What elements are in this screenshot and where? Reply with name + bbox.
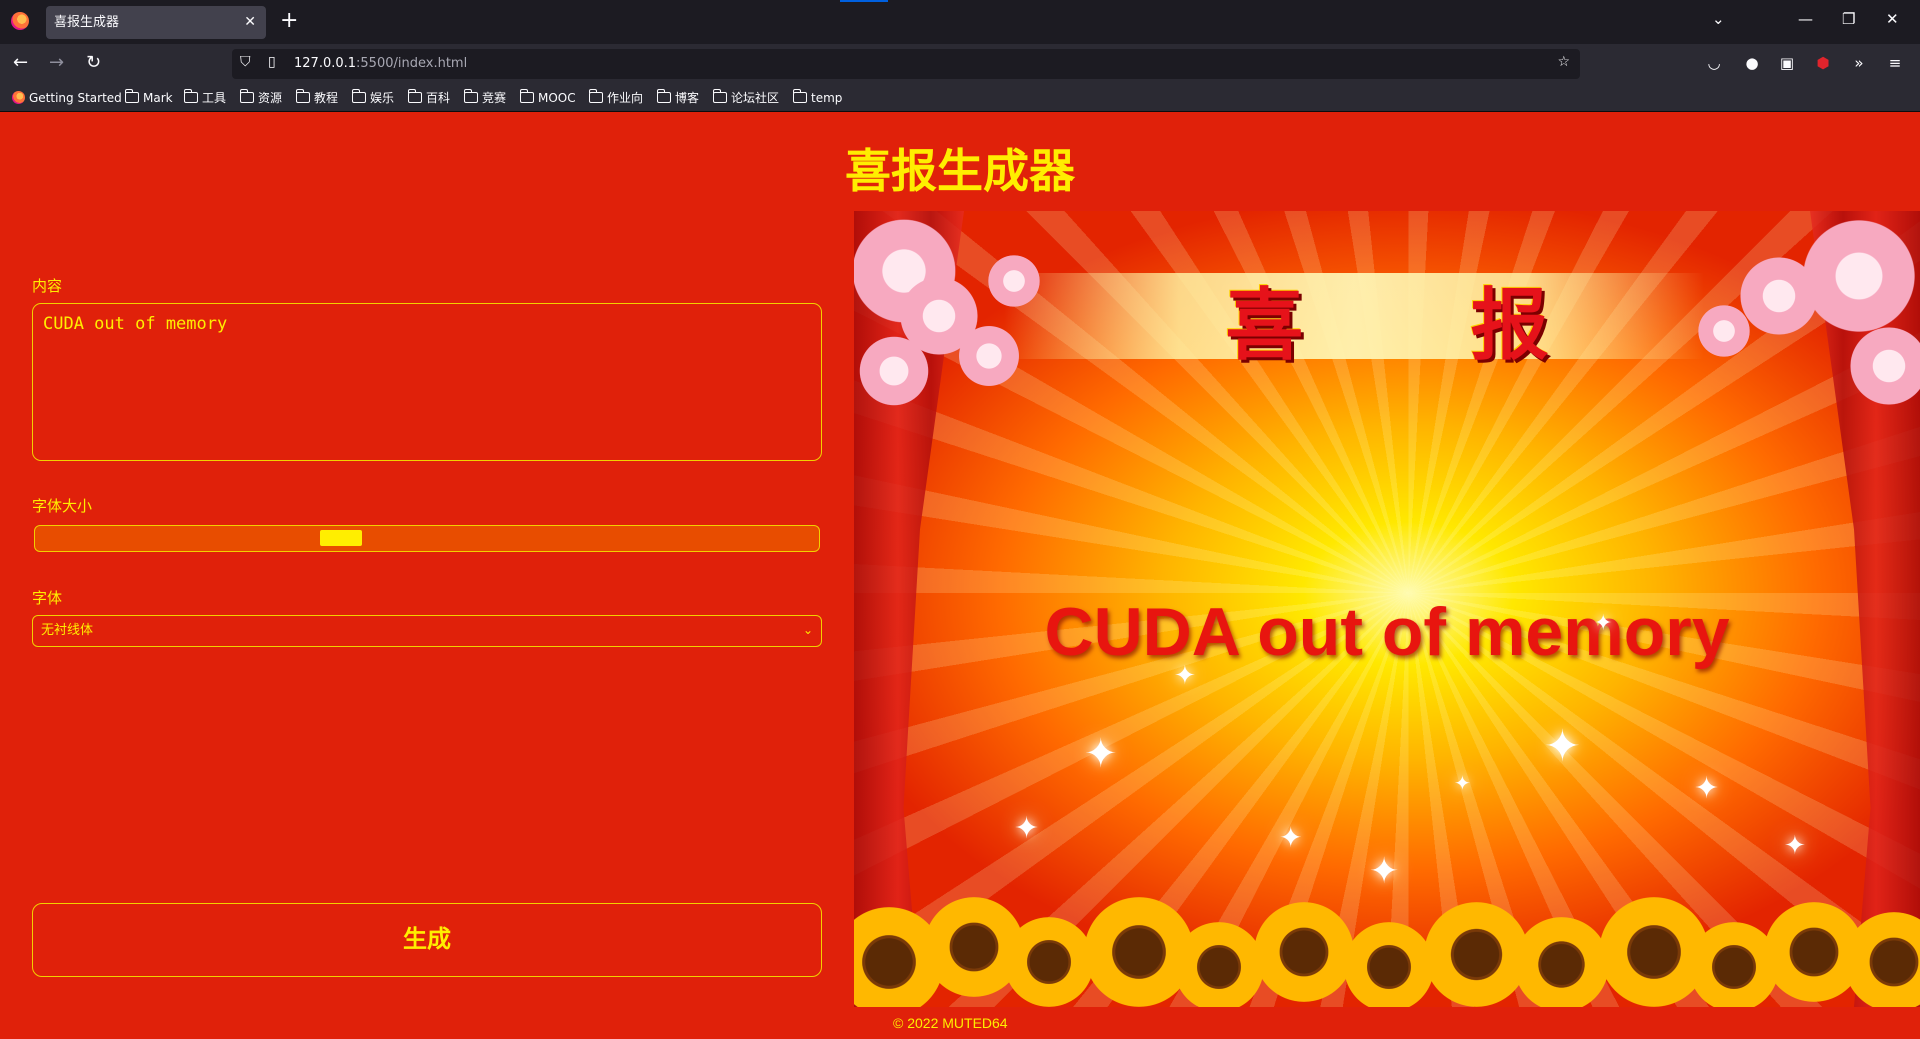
bookmark-folder[interactable]: 工具 [183,89,226,107]
font-label: 字体 [32,589,63,607]
sparkle: ✦ [1544,721,1581,772]
folder-icon [519,89,534,103]
tab-bar: 喜报生成器 ✕ + ⌄ — ❐ ✕ [0,0,1920,44]
bookmark-star-icon[interactable]: ☆ [1557,54,1570,70]
bookmark-folder[interactable]: 作业向 [588,89,643,107]
sparkle: ✦ [1454,771,1471,795]
hamburger-menu-icon[interactable]: ≡ [1886,54,1904,72]
bookmark-getting-started[interactable]: Getting Started [12,89,122,107]
sparkle: ✦ [1174,661,1196,691]
close-tab-icon[interactable]: ✕ [244,6,256,39]
sunflower [1424,902,1529,1007]
sparkle: ✦ [1369,851,1400,892]
sunflower [1514,917,1609,1007]
tab-indicator [840,0,888,2]
folder-icon [183,89,198,103]
bookmark-folder[interactable]: Mark [124,89,173,107]
folder-icon [124,89,139,103]
folder-icon [407,89,422,103]
restore-icon[interactable]: ❐ [1842,10,1855,28]
sparkle: ✦ [1279,821,1303,854]
bookmark-folder[interactable]: 教程 [295,89,338,107]
forward-icon[interactable]: → [49,52,64,74]
bookmarks-bar: Getting Started Mark 工具 资源 教程 娱乐 百科 竞赛 M… [0,84,1920,112]
sparkle: ✦ [1694,771,1720,806]
bookmark-folder[interactable]: 娱乐 [351,89,394,107]
font-select-value: 无衬线体 [41,623,94,638]
font-size-label: 字体大小 [32,497,93,515]
reload-icon[interactable]: ↻ [86,52,101,74]
reader-icon[interactable]: ▣ [1778,54,1796,72]
footer-copyright: © 2022 MUTED64 [893,1015,1008,1031]
firefox-icon [12,91,25,104]
content-label: 内容 [32,277,63,295]
back-icon[interactable]: ← [13,52,28,74]
folder-icon [588,89,603,103]
font-size-slider[interactable] [34,525,820,552]
list-tabs-icon[interactable]: ⌄ [1712,10,1725,28]
firefox-menu-icon[interactable] [11,12,29,30]
page-icon[interactable]: ▯ [268,54,276,70]
url-bar[interactable]: ⛉ ▯ 127.0.0.1:5500/index.html ☆ [232,49,1580,79]
sparkle: ✦ [1784,831,1806,861]
folder-icon [463,89,478,103]
sunflower-border [854,897,1920,1007]
font-size-slider-thumb[interactable] [320,530,362,546]
page-title: 喜报生成器 [845,144,1075,198]
sparkle: ✦ [1594,611,1613,636]
folder-icon [656,89,671,103]
folder-icon [351,89,366,103]
folder-icon [239,89,254,103]
content-textarea[interactable] [32,303,822,461]
poster-image: 喜 报 CUDA out of memory ✦ ✦ ✦ ✦ ✦ ✦ ✦ ✦ ✦… [854,211,1920,1007]
bookmark-folder[interactable]: 博客 [656,89,699,107]
poster-text: CUDA out of memory [1044,594,1730,670]
url-text[interactable]: 127.0.0.1:5500/index.html [294,56,467,71]
bookmark-folder[interactable]: temp [792,89,842,107]
sunflower [1344,922,1434,1007]
shield-icon[interactable]: ⛉ [240,54,251,70]
sunflower [1174,922,1264,1007]
ublock-icon[interactable]: ⬢ [1814,54,1832,72]
bookmark-folder[interactable]: 资源 [239,89,282,107]
bookmark-folder[interactable]: MOOC [519,89,576,107]
window-close-icon[interactable]: ✕ [1886,10,1899,28]
tab-title: 喜报生成器 [54,15,120,30]
bookmark-folder[interactable]: 竞赛 [463,89,506,107]
pocket-icon[interactable]: ◡ [1705,54,1723,72]
sunflower [1254,902,1354,1002]
minimize-icon[interactable]: — [1798,10,1813,28]
folder-icon [792,89,807,103]
sunflower [1004,917,1094,1007]
page-content: 喜报生成器 内容 字体大小 字体 无衬线体 ⌄ 生成 喜 报 CUDA out … [0,113,1920,1039]
sparkle: ✦ [1084,731,1118,777]
bookmark-folder[interactable]: 论坛社区 [712,89,779,107]
font-select[interactable]: 无衬线体 ⌄ [32,615,822,647]
folder-icon [295,89,310,103]
chevron-down-icon: ⌄ [802,623,813,637]
generate-button[interactable]: 生成 [32,903,822,977]
bookmark-folder[interactable]: 百科 [407,89,450,107]
new-tab-icon[interactable]: + [280,8,298,34]
sparkle: ✦ [1014,811,1040,846]
poster-heading: 喜 报 [1225,280,1619,371]
tab-active[interactable]: 喜报生成器 ✕ [46,6,266,39]
folder-icon [712,89,727,103]
nav-bar: ← → ↻ ⛉ ▯ 127.0.0.1:5500/index.html ☆ ◡ … [0,44,1920,84]
extension-icon[interactable]: ● [1743,54,1761,72]
overflow-icon[interactable]: » [1850,54,1868,72]
